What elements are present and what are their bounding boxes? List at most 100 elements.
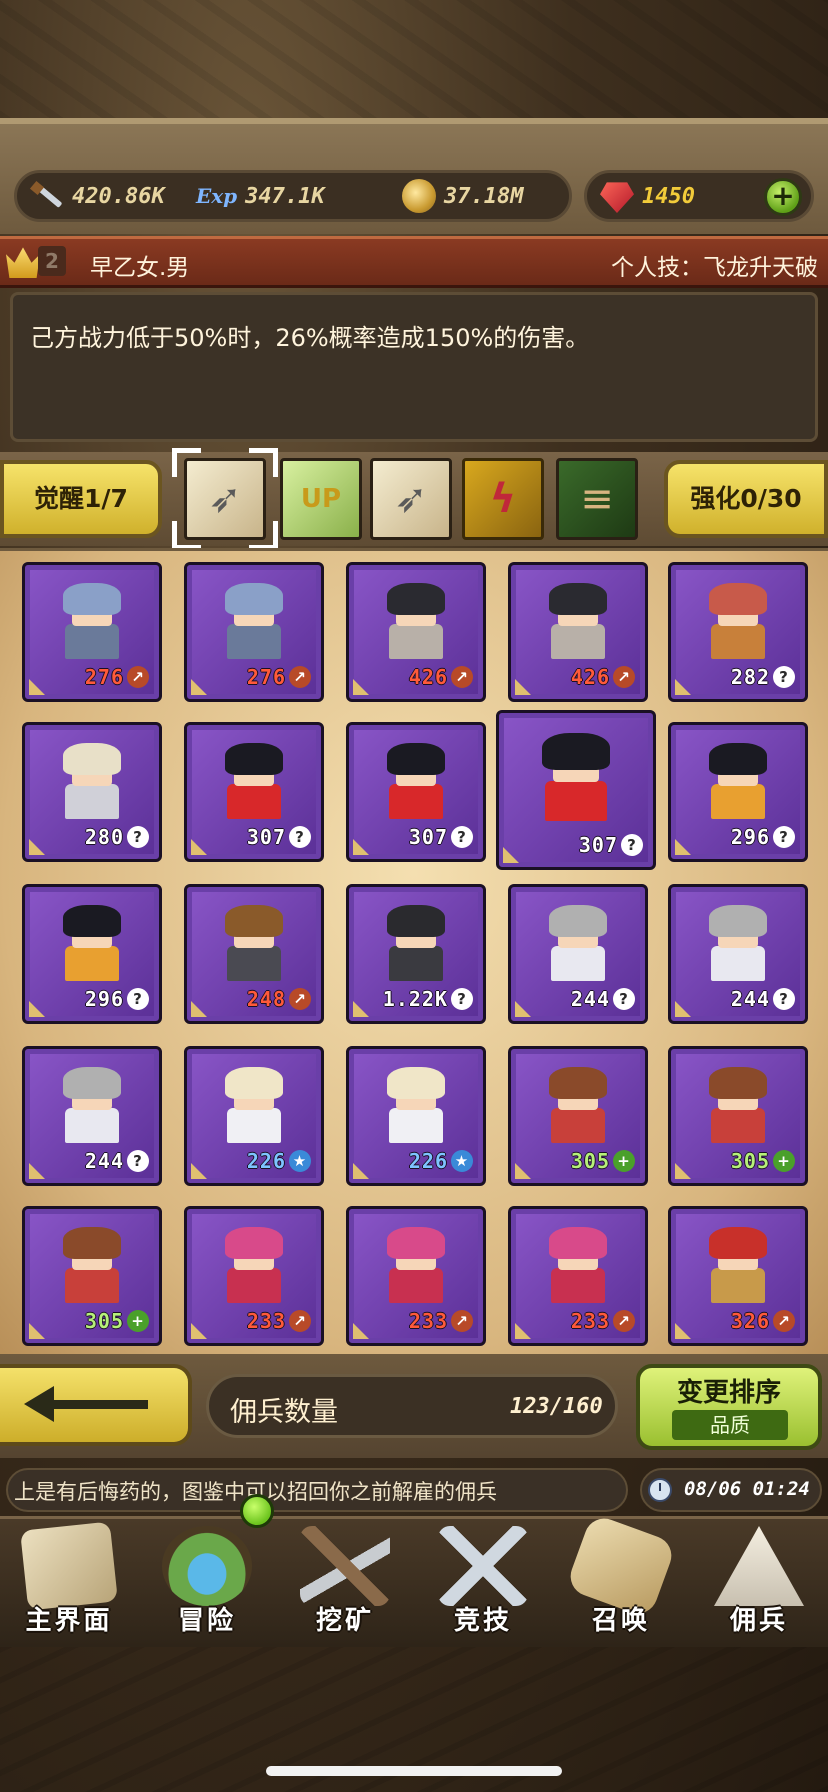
mercenary-card[interactable]: 296? [22,884,162,1024]
card-corner [191,839,207,855]
arrow-badge-icon: ↗ [289,1310,311,1332]
personal-skill: 个人技：飞龙升天破 [611,255,818,281]
mercenary-card[interactable]: 233 ↗ [184,1206,324,1346]
awaken-button[interactable]: 觉醒1/7 [0,460,162,538]
level-value: 244 [84,1149,124,1173]
question-badge-icon: ? [613,988,635,1010]
mercenary-card[interactable]: 276 ↗ [184,562,324,702]
mercenary-card[interactable]: 226 ★ [346,1046,486,1186]
level-value: 280 [84,825,124,849]
level-value: 426 [570,665,610,689]
question-badge-icon: ? [127,988,149,1010]
nav-mercenary[interactable]: 佣兵 [690,1516,828,1644]
nav-mining[interactable]: 挖矿 [276,1516,414,1644]
level-value: 233 [246,1309,286,1333]
question-badge-icon: ? [773,988,795,1010]
mercenary-level: 296? [731,825,795,849]
question-badge-icon: ? [127,826,149,848]
mercenary-card[interactable]: 326 ↗ [668,1206,808,1346]
card-corner [515,1323,531,1339]
arrow-badge-icon: ↗ [289,988,311,1010]
question-badge-icon: ? [621,834,643,856]
mercenary-card[interactable]: 280? [22,722,162,862]
nav-adventure[interactable]: 冒险 [138,1516,276,1644]
level-value: 426 [408,665,448,689]
mercenary-card[interactable]: 307? [346,722,486,862]
mercenary-portrait [57,905,127,981]
arrow-badge-icon: ↗ [451,666,473,688]
mercenary-card[interactable]: 305 + [668,1046,808,1186]
arrow-badge-icon: ↗ [613,1310,635,1332]
mercenary-portrait [219,1227,289,1303]
card-corner [515,1163,531,1179]
mercenary-card[interactable]: 307? [184,722,324,862]
tab-crown-up[interactable]: UP [280,458,362,540]
scroll-bundle-icon: ≡ [580,476,614,522]
level-value: 307 [578,833,618,857]
mercenary-count-label: 佣兵数量 [230,1397,338,1428]
mercenary-level: 305 + [85,1309,149,1333]
crossed-swords-icon [438,1526,528,1606]
level-value: 1.22K [382,987,448,1011]
nav-main[interactable]: 主界面 [0,1516,138,1644]
skill-description: 己方战力低于50%时，26%概率造成150%的伤害。 [30,324,590,352]
mercenary-card[interactable]: 244? [22,1046,162,1186]
question-badge-icon: ? [773,826,795,848]
pickaxe-icon [300,1526,390,1606]
card-corner [353,679,369,695]
mercenary-portrait [57,583,127,659]
plus-badge-icon: + [773,1150,795,1172]
mercenary-level: 305 + [571,1149,635,1173]
question-badge-icon: ? [289,826,311,848]
card-corner [191,1323,207,1339]
star-badge-icon: ★ [451,1150,473,1172]
tab-scroll-bundle[interactable]: ≡ [556,458,638,540]
mercenary-portrait [381,1227,451,1303]
nav-arena[interactable]: 竞技 [414,1516,552,1644]
card-corner [29,1163,45,1179]
mercenary-card[interactable]: 296? [668,722,808,862]
tab-arrows-handshake[interactable]: ➶ [370,458,452,540]
card-corner [503,847,519,863]
question-badge-icon: ? [127,1150,149,1172]
mercenary-portrait [543,1227,613,1303]
home-indicator[interactable] [266,1766,562,1776]
level-value: 244 [730,987,770,1011]
mercenary-card[interactable]: 244? [668,884,808,1024]
gold-value: 37.18M [444,183,524,209]
card-corner [675,1163,691,1179]
ruby-value: 1450 [642,183,695,209]
mercenary-card[interactable]: 226 ★ [184,1046,324,1186]
question-badge-icon: ? [451,988,473,1010]
enhance-button[interactable]: 强化0/30 [664,460,828,538]
mercenary-level: 296? [85,987,149,1011]
mercenary-card[interactable]: 233 ↗ [346,1206,486,1346]
card-corner [29,839,45,855]
nav-summon[interactable]: 召唤 [552,1513,690,1644]
ruby-icon [600,182,634,213]
map-scroll-icon [20,1521,118,1611]
mercenary-card[interactable]: 276 ↗ [22,562,162,702]
mercenary-card[interactable]: 248 ↗ [184,884,324,1024]
nav-main-label: 主界面 [25,1606,113,1636]
mercenary-card[interactable]: 1.22K? [346,884,486,1024]
mercenary-card[interactable]: 426 ↗ [508,562,648,702]
mercenary-card[interactable]: 307? [496,710,656,870]
card-corner [29,1323,45,1339]
mercenary-card[interactable]: 305 + [22,1206,162,1346]
mercenary-card[interactable]: 305 + [508,1046,648,1186]
mercenary-card[interactable]: 244? [508,884,648,1024]
gold-resource: 37.18M [402,176,523,216]
mercenary-card[interactable]: 426 ↗ [346,562,486,702]
card-corner [191,679,207,695]
card-corner [353,1001,369,1017]
island-icon [162,1526,252,1606]
mercenary-level: 244? [731,987,795,1011]
add-ruby-button[interactable]: + [764,178,802,216]
mercenary-portrait [703,1227,773,1303]
tab-rune[interactable]: ϟ [462,458,544,540]
mercenary-portrait [219,905,289,981]
mercenary-card[interactable]: 233 ↗ [508,1206,648,1346]
mercenary-portrait [57,1067,127,1143]
mercenary-card[interactable]: 282? [668,562,808,702]
